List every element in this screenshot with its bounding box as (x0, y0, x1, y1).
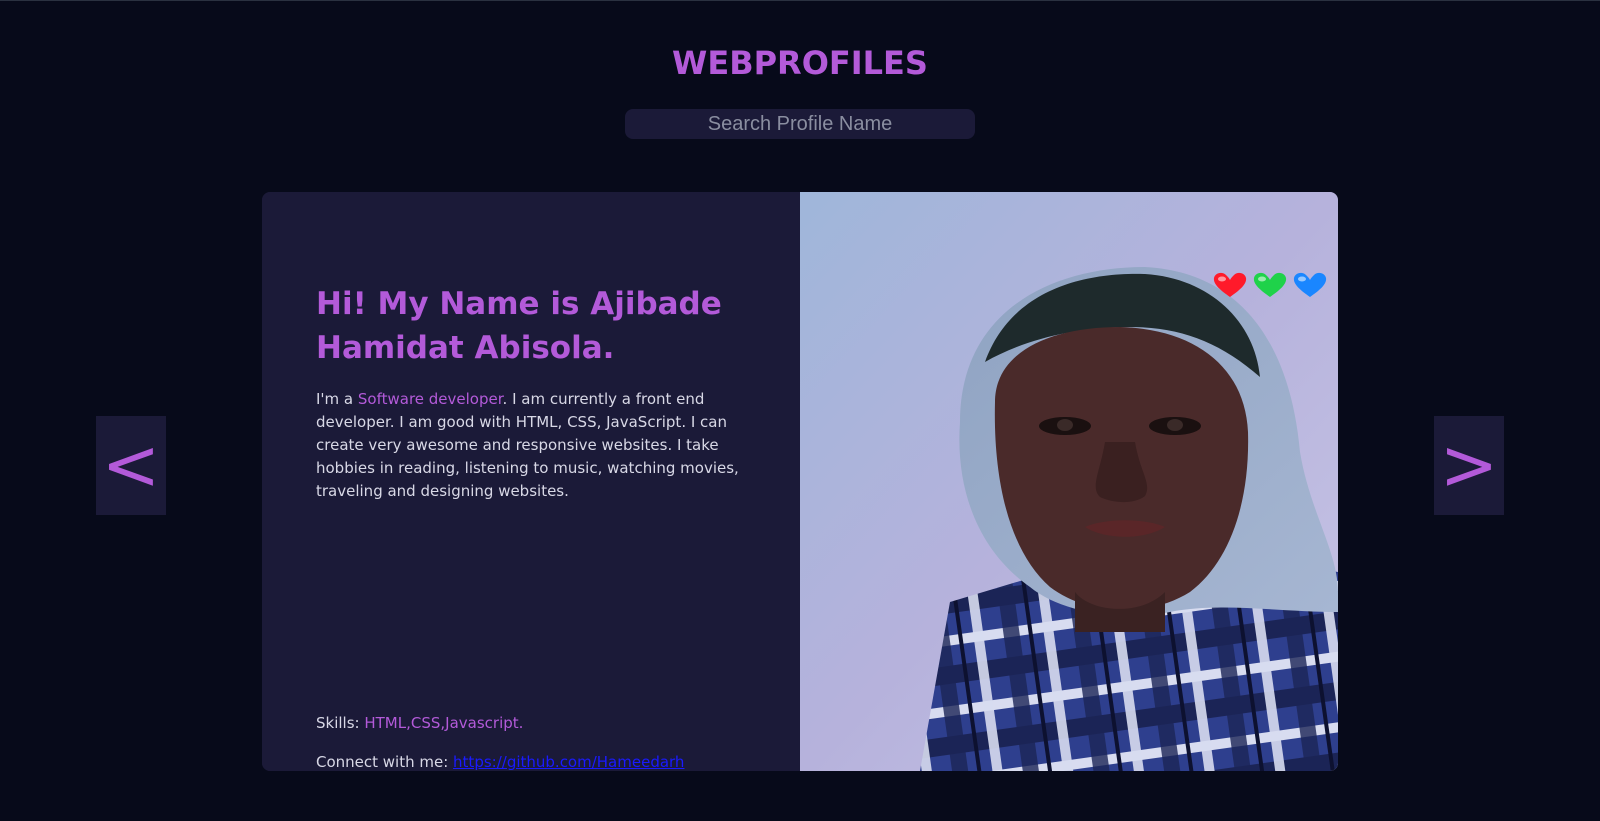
hearts-row (1212, 272, 1328, 298)
green-heart-icon (1253, 272, 1287, 297)
previous-button[interactable]: < (96, 416, 166, 515)
next-button[interactable]: > (1434, 416, 1504, 515)
profile-card: Hi! My Name is Ajibade Hamidat Abisola. … (262, 192, 1338, 771)
profile-role: Software developer (357, 390, 503, 408)
github-link[interactable]: https://github.com/Hameedarh (453, 753, 684, 771)
profile-info-panel: Hi! My Name is Ajibade Hamidat Abisola. … (262, 192, 800, 771)
profile-heading: Hi! My Name is Ajibade Hamidat Abisola. (316, 286, 722, 366)
profile-bio: I'm a Software developer. I am currently… (316, 388, 756, 503)
search-input[interactable] (625, 109, 975, 139)
red-heart-icon (1213, 272, 1247, 297)
blue-heart-icon (1293, 272, 1327, 297)
profile-skills: Skills: HTML,CSS,Javascript. (316, 712, 756, 735)
profile-connect: Connect with me: https://github.com/Hame… (316, 751, 786, 771)
connect-label: Connect with me: (316, 753, 454, 771)
skills-value: HTML,CSS,Javascript. (364, 714, 524, 732)
site-title: WEBPROFILES (672, 44, 928, 82)
bio-prefix: I'm a (316, 390, 358, 408)
top-border (0, 0, 1600, 1)
skills-label: Skills: (316, 714, 365, 732)
profile-photo (800, 192, 1338, 771)
